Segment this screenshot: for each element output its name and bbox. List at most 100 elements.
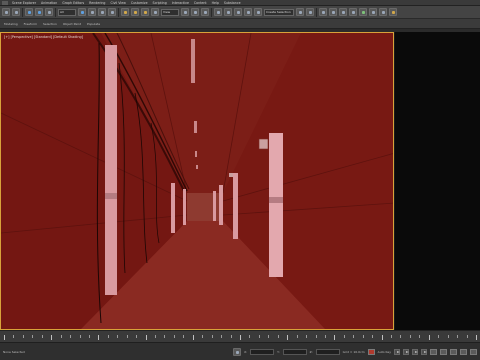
timeline-tick	[192, 335, 194, 340]
timeline-tick	[306, 335, 308, 338]
tab-object-paint[interactable]: Object Paint	[63, 22, 81, 26]
set-key-button[interactable]	[430, 348, 437, 355]
scene-explorer-icon[interactable]	[319, 8, 327, 16]
mirror-icon[interactable]	[296, 8, 304, 16]
menu-scripting[interactable]: Scripting	[152, 1, 168, 5]
left-pillar-joint	[105, 193, 117, 199]
curve-editor-icon[interactable]	[339, 8, 347, 16]
time-config-icon[interactable]	[440, 348, 447, 355]
timeline-tick	[476, 335, 477, 340]
wall-junction-box	[229, 173, 233, 177]
redo-icon[interactable]	[12, 8, 20, 16]
render-setup-icon[interactable]	[369, 8, 377, 16]
schematic-view-icon[interactable]	[349, 8, 357, 16]
timeline-tick	[164, 335, 166, 338]
timeline-tick	[249, 335, 251, 338]
main-toolbar: All View Create Selection Set	[0, 6, 480, 19]
snaps-toggle-icon[interactable]	[214, 8, 222, 16]
tab-modeling[interactable]: Modeling	[4, 22, 18, 26]
rectangular-selection-icon[interactable]	[98, 8, 106, 16]
move-icon[interactable]	[121, 8, 129, 16]
timeline-tick	[60, 335, 62, 338]
percent-snap-icon[interactable]	[234, 8, 242, 16]
lock-selection-icon[interactable]	[233, 347, 242, 356]
timeline-tick	[230, 335, 232, 338]
tab-freeform[interactable]: Freeform	[24, 22, 37, 26]
reference-coordinate-dropdown[interactable]: View	[161, 8, 179, 16]
select-manipulate-icon[interactable]	[191, 8, 199, 16]
select-by-name-icon[interactable]	[88, 8, 96, 16]
grid-spacing: Grid = 10.0cm	[342, 349, 365, 354]
right-pillar	[269, 133, 283, 277]
right-pillar	[219, 185, 223, 225]
link-icon[interactable]	[25, 8, 33, 16]
timeline-tick	[240, 335, 241, 340]
window-crossing-icon[interactable]	[108, 8, 116, 16]
status-bar: None Selected X: Y: Z: Grid = 10.0cm Aut…	[0, 342, 480, 360]
menu-help[interactable]: Help	[211, 1, 220, 5]
z-coordinate-field[interactable]	[315, 348, 340, 355]
pivot-center-icon[interactable]	[181, 8, 189, 16]
menu-content[interactable]: Content	[193, 1, 208, 5]
app-logo-icon[interactable]	[2, 0, 8, 5]
menu-civil-view[interactable]: Civil View	[109, 1, 126, 5]
menu-interactive[interactable]: Interactive	[171, 1, 190, 5]
perspective-viewport[interactable]: [+] [Perspective] [Standard] [Default Sh…	[0, 32, 394, 330]
keyboard-shortcut-icon[interactable]	[201, 8, 209, 16]
edit-named-selection-icon[interactable]	[254, 8, 262, 16]
timeline-tick	[136, 335, 138, 338]
timeline-tick	[126, 335, 128, 338]
material-editor-icon[interactable]	[359, 8, 367, 16]
layer-explorer-icon[interactable]	[329, 8, 337, 16]
timeline-tick	[362, 335, 364, 338]
spinner-snap-icon[interactable]	[244, 8, 252, 16]
menu-substance[interactable]: Substance	[223, 1, 242, 5]
select-object-icon[interactable]	[78, 8, 86, 16]
selection-filter-dropdown[interactable]: All	[58, 8, 76, 16]
x-coordinate-field[interactable]	[250, 348, 275, 355]
viewport-label[interactable]: [+] [Perspective] [Standard] [Default Sh…	[4, 35, 83, 39]
timeline-tick	[391, 335, 393, 338]
place-icon[interactable]	[151, 8, 159, 16]
scale-icon[interactable]	[141, 8, 149, 16]
unlink-icon[interactable]	[35, 8, 43, 16]
render-production-icon[interactable]	[389, 8, 397, 16]
play-icon[interactable]	[412, 348, 418, 355]
undo-icon[interactable]	[2, 8, 10, 16]
zoom-extents-icon[interactable]	[450, 348, 457, 355]
menu-rendering[interactable]: Rendering	[88, 1, 106, 5]
timeline-tick	[88, 335, 90, 338]
time-slider[interactable]	[0, 330, 480, 342]
timeline-tick	[32, 335, 34, 338]
go-to-start-icon[interactable]	[394, 348, 400, 355]
rendered-frame-window-icon[interactable]	[379, 8, 387, 16]
rotate-icon[interactable]	[131, 8, 139, 16]
menu-customize[interactable]: Customize	[130, 1, 149, 5]
pan-icon[interactable]	[470, 348, 477, 355]
next-frame-icon[interactable]	[421, 348, 427, 355]
auto-key-button[interactable]	[367, 348, 375, 355]
corridor-far-end	[187, 193, 223, 221]
timeline-tick	[428, 335, 430, 340]
named-selection-sets-dropdown[interactable]: Create Selection Set	[264, 8, 294, 16]
timeline-tick	[145, 335, 147, 340]
left-pillar	[183, 189, 186, 225]
y-coordinate-field[interactable]	[282, 348, 307, 355]
timeline-tick	[211, 335, 213, 338]
orbit-icon[interactable]	[460, 348, 467, 355]
menu-animation[interactable]: Animation	[40, 1, 58, 5]
ceiling-light-fixture	[196, 165, 198, 169]
timeline-tick	[372, 335, 374, 338]
previous-frame-icon[interactable]	[403, 348, 409, 355]
angle-snap-icon[interactable]	[224, 8, 232, 16]
menu-scene-explorer[interactable]: Scene Explorer	[11, 1, 37, 5]
bind-space-warp-icon[interactable]	[45, 8, 53, 16]
menu-graph-editors[interactable]: Graph Editors	[61, 1, 85, 5]
timeline-tick	[22, 335, 24, 338]
tab-populate[interactable]: Populate	[87, 22, 100, 26]
timeline-tick	[268, 335, 270, 338]
align-icon[interactable]	[306, 8, 314, 16]
timeline-tick	[419, 335, 421, 338]
timeline-tick	[202, 335, 204, 338]
tab-selection[interactable]: Selection	[43, 22, 57, 26]
